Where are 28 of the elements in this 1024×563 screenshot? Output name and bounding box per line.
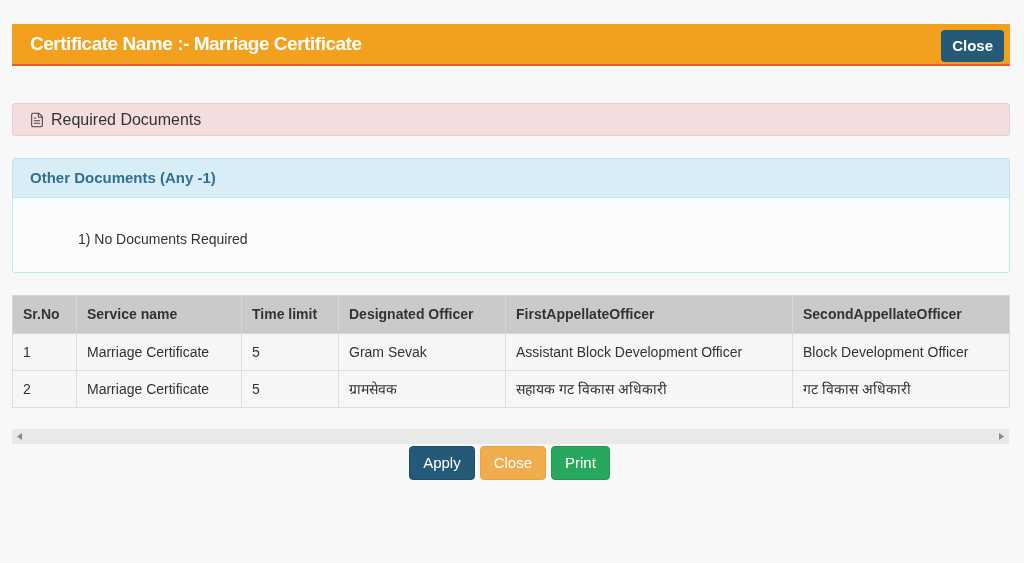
table-cell: 1 bbox=[12, 333, 77, 371]
table-cell: 5 bbox=[241, 370, 339, 408]
table-cell: 5 bbox=[241, 333, 339, 371]
required-documents-label: Required Documents bbox=[51, 109, 202, 130]
table-cell: Block Development Officer bbox=[792, 333, 1010, 371]
document-item: 1) No Documents Required bbox=[78, 230, 248, 249]
table-cell: Marriage Certificate bbox=[76, 333, 242, 371]
column-header: Time limit bbox=[241, 295, 339, 334]
column-header: SecondAppellateOfficer bbox=[792, 295, 1010, 334]
column-header: Sr.No bbox=[12, 295, 77, 334]
horizontal-scrollbar[interactable] bbox=[12, 429, 1009, 444]
close-button[interactable]: Close bbox=[941, 30, 1004, 62]
table-cell: सहायक गट विकास अधिकारी bbox=[505, 370, 793, 408]
scroll-right-icon[interactable] bbox=[999, 433, 1004, 440]
action-button[interactable]: Apply bbox=[409, 446, 475, 480]
table-cell: गट विकास अधिकारी bbox=[792, 370, 1010, 408]
panel-title: Other Documents (Any -1) bbox=[30, 167, 216, 188]
table-cell: Assistant Block Development Officer bbox=[505, 333, 793, 371]
table-cell: 2 bbox=[12, 370, 77, 408]
column-header: Service name bbox=[76, 295, 242, 334]
document-icon bbox=[29, 111, 45, 128]
modal-title: Certificate Name :- Marriage Certificate bbox=[30, 31, 362, 56]
table-cell: Gram Sevak bbox=[338, 333, 506, 371]
table-cell: Marriage Certificate bbox=[76, 370, 242, 408]
table-cell: ग्रामसेवक bbox=[338, 370, 506, 408]
column-header: Designated Officer bbox=[338, 295, 506, 334]
column-header: FirstAppellateOfficer bbox=[505, 295, 793, 334]
scroll-left-icon[interactable] bbox=[17, 433, 22, 440]
